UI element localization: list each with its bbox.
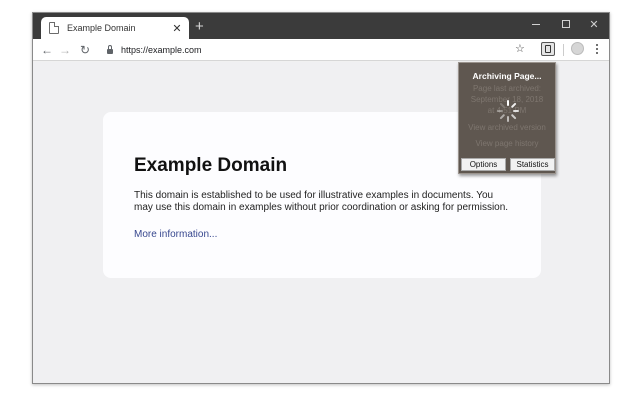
tab-strip: Example Domain ✕ + ✕ <box>33 13 609 39</box>
address-bar[interactable]: https://example.com <box>97 41 549 59</box>
bookmark-star-icon[interactable]: ☆ <box>515 42 525 55</box>
tab-close-icon[interactable]: ✕ <box>171 22 183 35</box>
new-tab-button[interactable]: + <box>195 19 204 34</box>
url-text: https://example.com <box>121 45 202 55</box>
tab-title: Example Domain <box>67 23 136 33</box>
view-history-link[interactable]: View page history <box>459 139 555 148</box>
toolbar-divider <box>563 44 564 56</box>
last-archived-label: Page last archived: <box>472 84 542 93</box>
archive-popup: Archiving Page... Page last archived: Se… <box>458 62 556 174</box>
menu-dot <box>596 44 598 46</box>
menu-dot <box>596 52 598 54</box>
page-icon <box>49 22 59 34</box>
browser-toolbar: ← → ↻ https://example.com ☆ <box>33 39 609 61</box>
forward-button[interactable]: → <box>57 42 73 58</box>
popup-button-row: Options Statistics <box>461 158 555 171</box>
maximize-icon <box>562 20 570 28</box>
loading-spinner-icon <box>497 100 519 122</box>
menu-dot <box>596 48 598 50</box>
options-button[interactable]: Options <box>461 158 506 171</box>
browser-window: Example Domain ✕ + ✕ ← → ↻ https://examp… <box>32 12 610 384</box>
minimize-button[interactable] <box>521 13 551 35</box>
tab-example-domain[interactable]: Example Domain ✕ <box>41 17 189 39</box>
page-paragraph: This domain is established to be used fo… <box>134 190 509 213</box>
view-archived-link[interactable]: View archived version <box>459 123 555 132</box>
back-button[interactable]: ← <box>39 42 55 58</box>
reload-button[interactable]: ↻ <box>77 42 93 58</box>
lock-icon <box>107 45 113 54</box>
close-window-button[interactable]: ✕ <box>579 13 609 35</box>
browser-menu-button[interactable] <box>593 42 601 56</box>
more-information-link[interactable]: More information... <box>134 229 217 240</box>
archive-icon <box>545 45 551 53</box>
profile-avatar[interactable] <box>571 42 584 55</box>
page-heading: Example Domain <box>134 155 288 176</box>
statistics-button[interactable]: Statistics <box>510 158 555 171</box>
maximize-button[interactable] <box>551 13 581 35</box>
popup-title: Archiving Page... <box>472 71 542 81</box>
minimize-icon <box>532 23 540 25</box>
archive-extension-button[interactable] <box>541 42 555 56</box>
